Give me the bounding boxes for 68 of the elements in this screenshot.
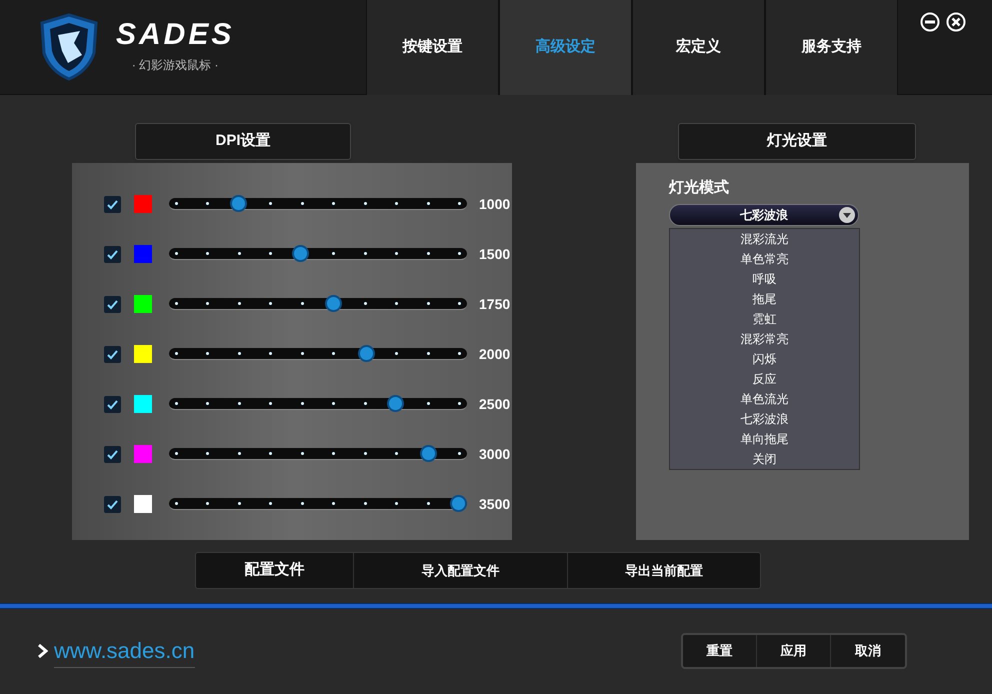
checkbox[interactable] [104, 396, 121, 412]
footer-button[interactable]: 应用 [756, 635, 832, 667]
lighting-mode-label: 灯光模式 [669, 178, 730, 198]
dpi-value: 2500 [479, 394, 510, 414]
profile-label: 配置文件 [196, 553, 354, 588]
minimize-icon[interactable] [920, 12, 940, 32]
dropdown-option[interactable]: 呼吸 [752, 268, 776, 288]
slider-thumb[interactable] [450, 495, 468, 512]
color-swatch[interactable] [134, 345, 152, 363]
dropdown-option[interactable]: 霓虹 [752, 308, 776, 328]
tab[interactable]: 按键设置 [366, 0, 499, 95]
slider-thumb[interactable] [358, 345, 375, 362]
dropdown-option[interactable]: 反应 [752, 368, 776, 388]
color-swatch[interactable] [134, 245, 152, 263]
dropdown-option[interactable]: 单色流光 [740, 388, 788, 408]
tab[interactable]: 宏定义 [632, 0, 765, 95]
lighting-settings-header: 灯光设置 [678, 123, 916, 160]
tab[interactable]: 高级设定 [499, 0, 632, 95]
slider-thumb[interactable] [420, 445, 438, 462]
dpi-settings-header: DPI设置 [135, 123, 351, 160]
dropdown-option[interactable]: 单向拖尾 [740, 428, 788, 448]
checkbox[interactable] [104, 196, 121, 212]
color-swatch[interactable] [134, 295, 152, 313]
dpi-value: 1500 [479, 244, 510, 264]
website-link[interactable]: www.sades.cn [54, 634, 195, 668]
dpi-value: 3500 [479, 494, 510, 514]
dpi-slider[interactable] [169, 298, 467, 310]
slider-thumb[interactable] [292, 245, 310, 262]
dropdown-option[interactable]: 关闭 [752, 448, 776, 468]
dropdown-option[interactable]: 七彩波浪 [740, 408, 788, 428]
dpi-slider[interactable] [169, 448, 467, 460]
dpi-value: 1750 [479, 294, 510, 314]
slider-thumb[interactable] [230, 195, 247, 212]
checkbox[interactable] [104, 346, 121, 362]
footer-button[interactable]: 取消 [831, 635, 905, 667]
tab[interactable]: 服务支持 [765, 0, 898, 95]
footer-button[interactable]: 重置 [682, 635, 757, 667]
checkbox[interactable] [104, 296, 121, 312]
dpi-slider[interactable] [169, 398, 467, 410]
dpi-value: 1000 [479, 194, 510, 214]
color-swatch[interactable] [134, 445, 152, 463]
color-swatch[interactable] [134, 195, 152, 213]
dpi-slider[interactable] [169, 198, 467, 210]
checkbox[interactable] [104, 246, 121, 262]
dpi-slider[interactable] [169, 348, 467, 360]
tagline: · 幻影游戏鼠标 · [132, 57, 219, 74]
dpi-slider[interactable] [169, 498, 467, 510]
slider-thumb[interactable] [324, 295, 342, 312]
brand-logo: SADES [116, 20, 234, 50]
checkbox[interactable] [104, 496, 121, 512]
dpi-value: 3000 [479, 444, 510, 464]
dpi-value: 2000 [479, 344, 510, 364]
dpi-slider[interactable] [169, 248, 467, 260]
dropdown-option[interactable]: 拖尾 [752, 288, 776, 308]
slider-thumb[interactable] [387, 395, 404, 412]
dropdown-option[interactable]: 单色常亮 [740, 248, 788, 268]
dropdown-option[interactable]: 闪烁 [752, 348, 776, 368]
profile-button[interactable]: 导入配置文件 [354, 553, 568, 588]
dropdown-option[interactable]: 混彩常亮 [740, 328, 788, 348]
shield-logo-icon [38, 13, 100, 81]
color-swatch[interactable] [134, 495, 152, 513]
profile-button[interactable]: 导出当前配置 [568, 553, 760, 588]
dropdown-option[interactable]: 混彩流光 [740, 228, 788, 248]
color-swatch[interactable] [134, 395, 152, 413]
lighting-mode-dropdown[interactable]: 七彩波浪 [669, 204, 859, 226]
checkbox[interactable] [104, 446, 121, 462]
close-icon[interactable] [946, 12, 966, 32]
chevron-icon [38, 644, 48, 658]
